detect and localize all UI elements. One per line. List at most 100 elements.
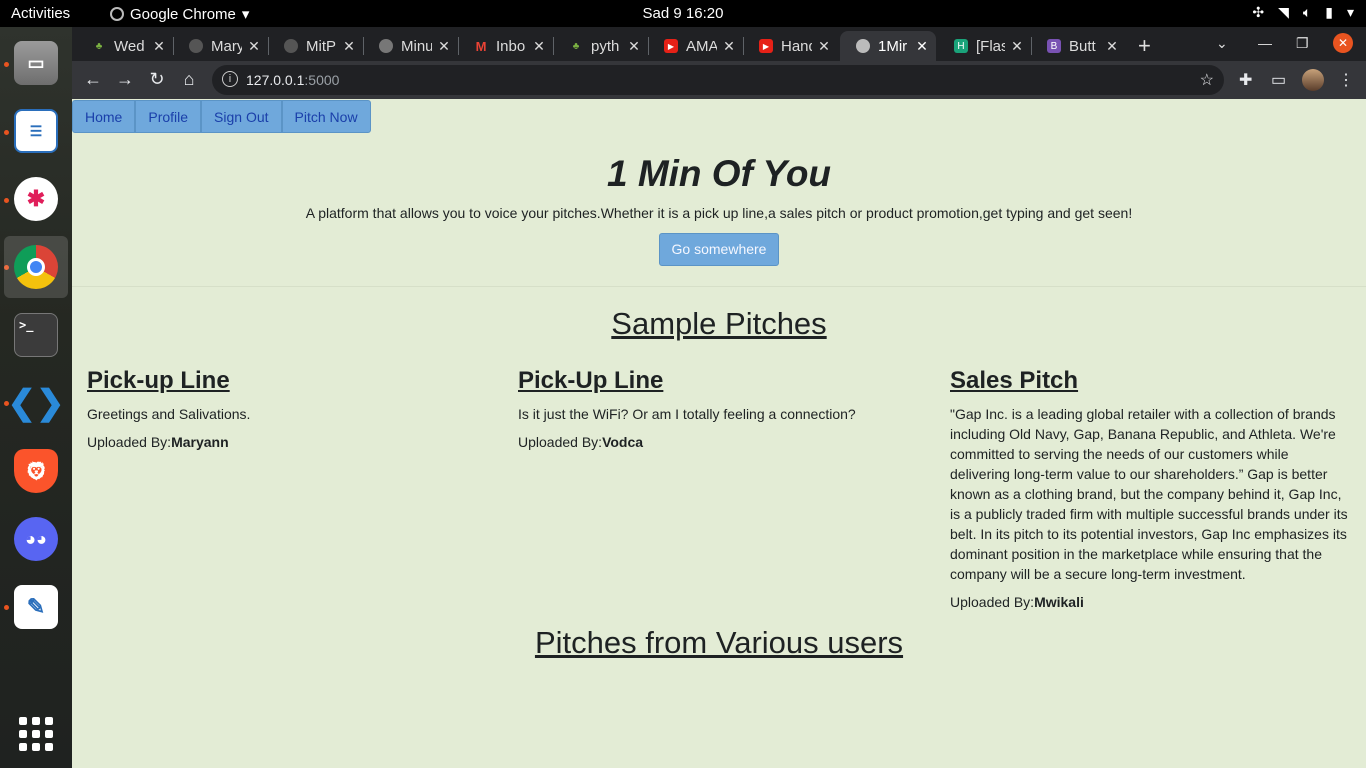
tab-title: 1Mir <box>878 37 908 55</box>
tab[interactable]: H [Flas ✕ <box>938 31 1031 61</box>
terminal-icon: >_ <box>14 313 58 357</box>
minimize-icon[interactable]: — <box>1258 35 1272 51</box>
nav-pitch-now[interactable]: Pitch Now <box>281 100 371 133</box>
dock-brave[interactable]: 🦁︎ <box>4 440 68 502</box>
tab-title: Inbo <box>496 37 526 55</box>
address-bar[interactable]: i 127.0.0.1:5000 ☆ <box>212 65 1224 95</box>
volume-icon[interactable]: 🔈︎ <box>1303 4 1311 21</box>
restore-icon[interactable]: ❐ <box>1296 35 1309 52</box>
tab[interactable]: ▶ Hand ✕ <box>743 31 838 61</box>
palm-icon: ♣ <box>95 40 103 52</box>
dock-terminal[interactable]: >_ <box>4 304 68 366</box>
pitch-card: Pick-up Line Greetings and Salivations. … <box>87 367 489 452</box>
system-top-bar: Activities Google Chrome ▾ Sad 9 16:20 ✣… <box>0 0 1366 27</box>
new-tab-button[interactable]: + <box>1138 33 1151 59</box>
palm-icon: ♣ <box>572 40 580 52</box>
reload-icon[interactable]: ↻ <box>145 69 169 90</box>
close-tab-icon[interactable]: ✕ <box>1009 38 1025 55</box>
dock-writer[interactable]: ☰ <box>4 100 68 162</box>
url-text[interactable]: 127.0.0.1:5000 <box>246 72 339 88</box>
globe-icon <box>379 39 393 53</box>
menu-kebab-icon[interactable]: ⋮ <box>1338 70 1354 90</box>
go-somewhere-button[interactable]: Go somewhere <box>659 233 779 266</box>
activities-button[interactable]: Activities <box>11 5 70 22</box>
tab[interactable]: ♣ pyth ✕ <box>553 31 648 61</box>
home-icon[interactable]: ⌂ <box>177 69 201 90</box>
back-icon[interactable]: ← <box>81 69 105 90</box>
youtube-icon: ▶ <box>759 39 773 53</box>
globe-icon <box>856 39 870 53</box>
close-window-icon[interactable]: ✕ <box>1333 33 1353 53</box>
discord-icon: ◕◕ <box>14 517 58 561</box>
tab-title: Mary <box>211 37 242 55</box>
pitch-card: Pick-Up Line Is it just the WiFi? Or am … <box>518 367 920 452</box>
tab[interactable]: M Inbo ✕ <box>458 31 553 61</box>
brave-icon: 🦁︎ <box>14 449 58 493</box>
nav-profile[interactable]: Profile <box>135 100 202 133</box>
network-icon[interactable]: ✣ <box>1252 4 1264 21</box>
chrome-icon <box>14 245 58 289</box>
site-info-icon[interactable]: i <box>222 71 238 87</box>
close-tab-icon[interactable]: ✕ <box>914 38 930 55</box>
chevron-down-icon[interactable]: ▾ <box>1347 4 1354 21</box>
app-menu[interactable]: Google Chrome ▾ <box>110 5 249 23</box>
tab[interactable]: B Butt ✕ <box>1031 31 1126 61</box>
pitch-body: "Gap Inc. is a leading global retailer w… <box>950 406 1348 582</box>
pitch-title: Sales Pitch <box>950 367 1079 394</box>
apps-grid-icon <box>19 717 53 751</box>
pitch-author: Vodca <box>602 434 644 450</box>
site-tagline: A platform that allows you to voice your… <box>305 205 1133 221</box>
site-nav: Home Profile Sign Out Pitch Now <box>72 100 371 133</box>
dock: ▭ ☰ ✱ >_ ❮❯ 🦁︎ ◕◕ ✎ <box>0 27 72 768</box>
close-tab-icon[interactable]: ✕ <box>626 38 642 55</box>
tab[interactable]: Mary ✕ <box>173 31 268 61</box>
close-tab-icon[interactable]: ✕ <box>816 38 832 55</box>
dock-vscode[interactable]: ❮❯ <box>4 372 68 434</box>
url-host: 127.0.0.1 <box>246 72 305 88</box>
tab-search-icon[interactable]: ⌄ <box>1216 35 1228 52</box>
extensions-icon[interactable]: ✚ <box>1239 70 1252 90</box>
forward-icon[interactable]: → <box>113 69 137 90</box>
browser-toolbar: ← → ↻ ⌂ i 127.0.0.1:5000 ☆ ✚ ▭ ⋮ <box>72 61 1366 99</box>
caret-down-icon: ▾ <box>241 6 250 23</box>
dock-files[interactable]: ▭ <box>4 32 68 94</box>
close-tab-icon[interactable]: ✕ <box>436 38 452 55</box>
close-tab-icon[interactable]: ✕ <box>246 38 262 55</box>
show-applications-button[interactable] <box>4 703 68 765</box>
nav-sign-out[interactable]: Sign Out <box>201 100 282 133</box>
dock-text-editor[interactable]: ✎ <box>4 576 68 638</box>
user-pitches-heading: Pitches from Various users <box>534 625 904 660</box>
wifi-icon[interactable]: ◥ <box>1278 4 1289 21</box>
pitch-body: Is it just the WiFi? Or am I totally fee… <box>518 406 856 422</box>
files-icon: ▭ <box>14 41 58 85</box>
chrome-small-icon <box>110 7 124 21</box>
nav-home[interactable]: Home <box>72 100 136 133</box>
dock-chrome[interactable] <box>4 236 68 298</box>
tab-title: pyth <box>591 37 620 55</box>
pitch-author: Maryann <box>171 434 229 450</box>
tab-active[interactable]: 1Mir ✕ <box>840 31 936 61</box>
text-editor-icon: ✎ <box>14 585 58 629</box>
bookmark-star-icon[interactable]: ☆ <box>1200 70 1214 90</box>
tab[interactable]: ♣ Wed ✕ <box>76 31 173 61</box>
web-page: Home Profile Sign Out Pitch Now 1 Min Of… <box>72 99 1366 768</box>
dock-slack[interactable]: ✱ <box>4 168 68 230</box>
close-tab-icon[interactable]: ✕ <box>1104 38 1120 55</box>
pitch-title: Pick-Up Line <box>518 367 664 394</box>
hero-jumbotron: 1 Min Of You A platform that allows you … <box>72 133 1366 287</box>
uploaded-by-label: Uploaded By: <box>950 594 1035 610</box>
close-tab-icon[interactable]: ✕ <box>341 38 357 55</box>
close-tab-icon[interactable]: ✕ <box>151 38 167 55</box>
close-tab-icon[interactable]: ✕ <box>721 38 737 55</box>
system-tray[interactable]: ✣ ◥ 🔈︎ ▮ ▾ <box>1252 4 1354 21</box>
tab[interactable]: MitP ✕ <box>268 31 363 61</box>
cast-icon[interactable]: ▭ <box>1271 70 1286 90</box>
dock-discord[interactable]: ◕◕ <box>4 508 68 570</box>
app-menu-label: Google Chrome <box>130 5 236 23</box>
profile-avatar[interactable] <box>1302 69 1324 91</box>
tab[interactable]: ▶ AMA ✕ <box>648 31 743 61</box>
tab-title: Butt <box>1069 37 1096 55</box>
battery-icon[interactable]: ▮ <box>1325 4 1333 21</box>
tab[interactable]: Minu ✕ <box>363 31 458 61</box>
close-tab-icon[interactable]: ✕ <box>531 38 547 55</box>
